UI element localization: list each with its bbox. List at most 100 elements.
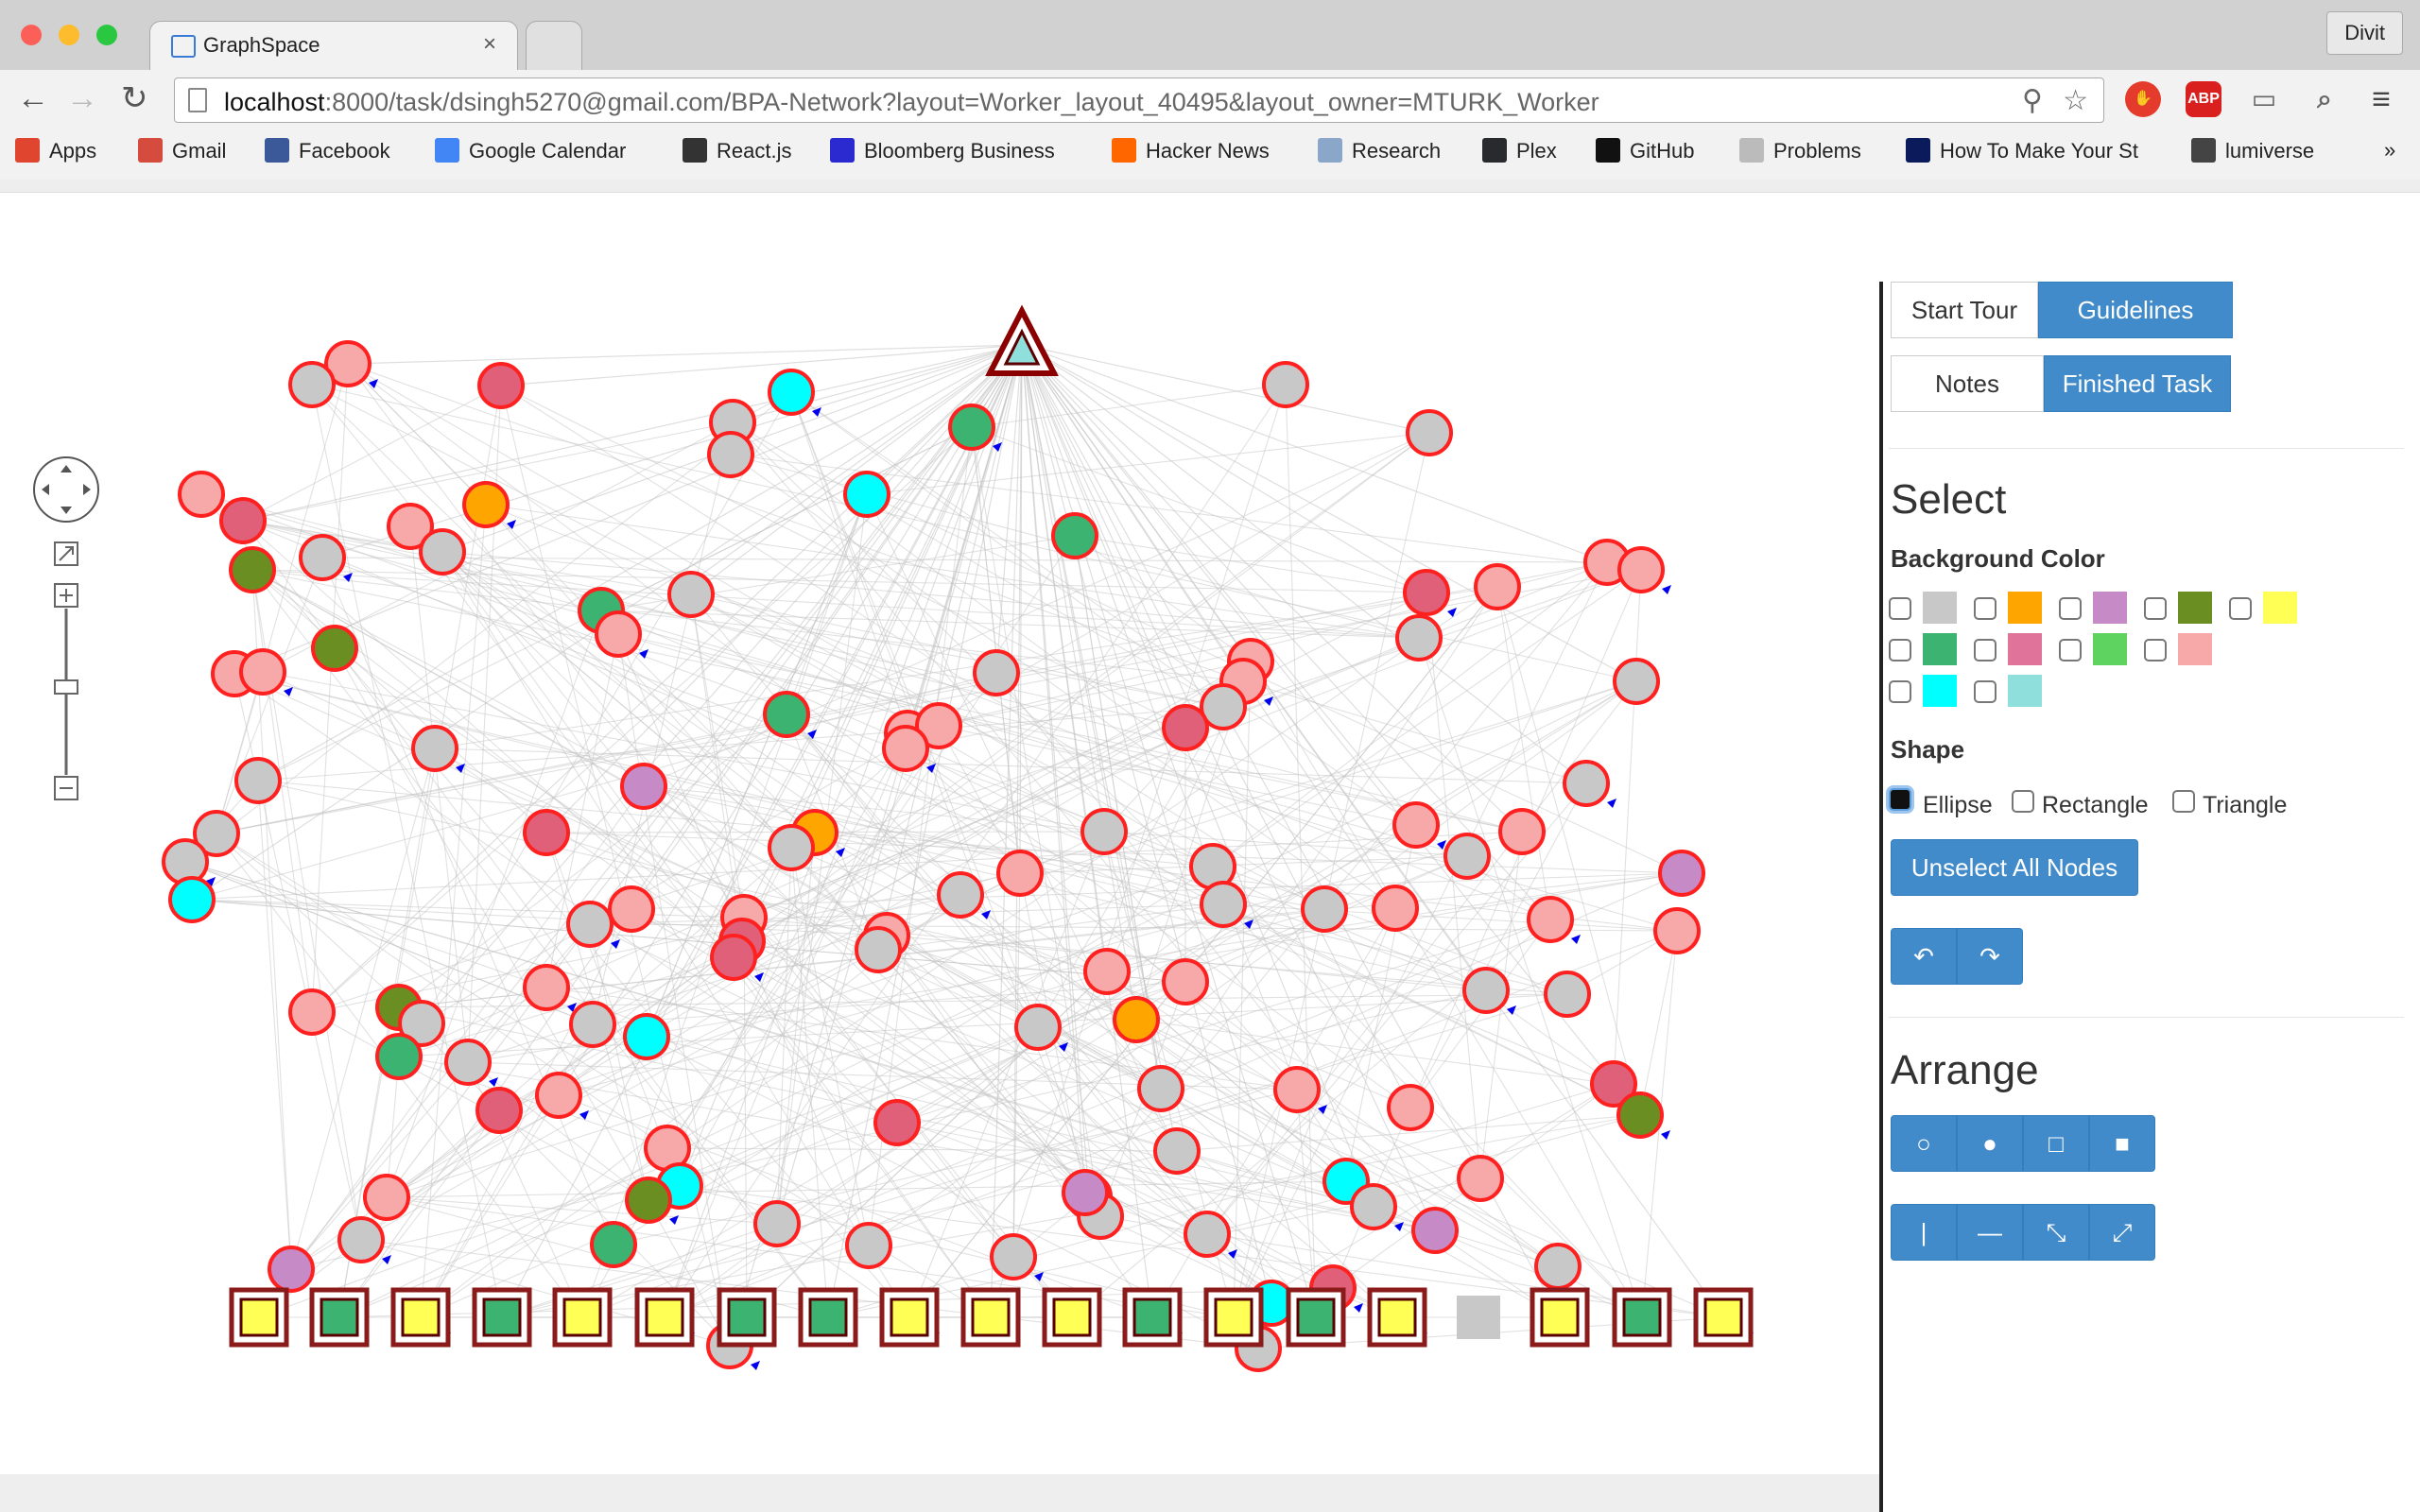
graph-node[interactable] <box>595 610 642 658</box>
graph-node[interactable] <box>1616 1091 1664 1139</box>
graph-node[interactable] <box>311 625 358 672</box>
graph-node[interactable] <box>288 988 336 1036</box>
color-checkbox[interactable] <box>2144 639 2167 662</box>
guidelines-button[interactable]: Guidelines <box>2038 282 2233 338</box>
graph-node[interactable] <box>475 1087 523 1134</box>
graph-node[interactable] <box>477 362 525 409</box>
arrange-horizontal-button[interactable]: — <box>1957 1204 2023 1261</box>
graph-node[interactable] <box>768 369 815 416</box>
bookmark-lumiverse[interactable]: lumiverse <box>2191 138 2314 163</box>
graph-node[interactable] <box>707 431 754 478</box>
graph-node[interactable] <box>1273 1066 1321 1113</box>
color-checkbox[interactable] <box>1974 639 1996 662</box>
graph-node[interactable] <box>229 546 276 593</box>
graph-node[interactable] <box>1137 1065 1184 1112</box>
graph-node[interactable] <box>178 471 225 518</box>
graph-node[interactable] <box>620 763 667 810</box>
bookmark-gmail[interactable]: Gmail <box>138 138 226 163</box>
graph-node[interactable] <box>753 1200 801 1247</box>
ublock-icon[interactable]: ✋ <box>2125 81 2161 117</box>
bookmark-bloomberg-business[interactable]: Bloomberg Business <box>830 138 1055 163</box>
back-icon[interactable]: ← <box>17 79 49 117</box>
undo-button[interactable]: ↶ <box>1891 928 1957 985</box>
redo-button[interactable]: ↷ <box>1957 928 2023 985</box>
arrange-expand-button[interactable]: ⤢ <box>2089 1204 2155 1261</box>
square-node-plain[interactable] <box>1457 1296 1500 1339</box>
profile-button[interactable]: Divit <box>2326 11 2403 55</box>
graph-node[interactable] <box>1617 546 1665 593</box>
rectangle-checkbox[interactable] <box>2012 790 2034 813</box>
bookmark-react-js[interactable]: React.js <box>683 138 791 163</box>
graph-node[interactable] <box>419 528 466 576</box>
graph-node[interactable] <box>1080 808 1128 855</box>
graph-node[interactable] <box>288 361 336 408</box>
graph-node[interactable] <box>1498 808 1546 855</box>
graph-node[interactable] <box>873 1099 921 1146</box>
minimize-window-icon[interactable] <box>59 25 79 45</box>
bookmark-apps[interactable]: Apps <box>15 138 96 163</box>
color-checkbox[interactable] <box>2144 597 2167 620</box>
graph-node[interactable] <box>523 964 570 1011</box>
graph-node[interactable] <box>168 876 216 923</box>
graph-node[interactable] <box>1653 907 1701 954</box>
forward-icon[interactable]: → <box>66 79 98 117</box>
graph-node[interactable] <box>1658 850 1705 897</box>
graph-node[interactable] <box>462 481 510 528</box>
zoom-slider-handle[interactable] <box>54 679 78 695</box>
close-window-icon[interactable] <box>21 25 42 45</box>
maximize-window-icon[interactable] <box>96 25 117 45</box>
graph-node[interactable] <box>763 691 810 738</box>
finished-task-button[interactable]: Finished Task <box>2044 355 2231 412</box>
graph-node[interactable] <box>1301 885 1348 933</box>
graph-node[interactable] <box>444 1039 492 1086</box>
graph-node[interactable] <box>1474 563 1521 610</box>
graph-node[interactable] <box>234 757 282 804</box>
ellipse-checkbox[interactable] <box>1889 788 1911 811</box>
graph-node[interactable] <box>1014 1004 1062 1051</box>
reload-icon[interactable]: ↻ <box>121 79 148 117</box>
arrange-compress-button[interactable]: ⤡ <box>2023 1204 2089 1261</box>
graph-node[interactable] <box>1443 833 1491 880</box>
bookmarks-overflow-icon[interactable]: » <box>2384 138 2395 163</box>
graph-node[interactable] <box>855 926 902 973</box>
new-tab-button[interactable] <box>526 21 582 70</box>
graph-node[interactable] <box>1083 948 1131 995</box>
graph-node[interactable] <box>1527 896 1574 943</box>
graph-node[interactable] <box>1184 1211 1231 1258</box>
graph-node[interactable] <box>845 1222 892 1269</box>
bookmark-how-to-make-your-st[interactable]: How To Make Your St <box>1906 138 2138 163</box>
bookmark-star-icon[interactable]: ☆ <box>2063 84 2088 117</box>
inspect-icon[interactable]: ⌕ <box>2307 81 2342 117</box>
graph-node[interactable] <box>1563 760 1610 807</box>
graph-node[interactable] <box>268 1246 315 1293</box>
graph-node[interactable] <box>996 850 1044 897</box>
bookmark-problems[interactable]: Problems <box>1739 138 1861 163</box>
graph-node[interactable] <box>1462 967 1510 1014</box>
arrange-vertical-button[interactable]: | <box>1891 1204 1957 1261</box>
zoom-icon[interactable]: ⚲ <box>2022 84 2043 117</box>
graph-node[interactable] <box>768 824 815 871</box>
bookmark-research[interactable]: Research <box>1318 138 1441 163</box>
graph-node[interactable] <box>363 1174 410 1221</box>
graph-node[interactable] <box>1392 801 1440 849</box>
graph-node[interactable] <box>1162 704 1209 751</box>
network-graph-canvas[interactable] <box>0 193 1879 1474</box>
graph-node[interactable] <box>990 1233 1037 1280</box>
graph-node[interactable] <box>1613 658 1660 705</box>
graph-node[interactable] <box>590 1221 637 1268</box>
graph-node[interactable] <box>1387 1084 1434 1131</box>
graph-node[interactable] <box>1406 409 1453 456</box>
graph-node[interactable] <box>973 649 1020 696</box>
graph-node[interactable] <box>623 1013 670 1060</box>
arrange-square-outline-button[interactable]: □ <box>2023 1115 2089 1172</box>
graph-node[interactable] <box>566 901 614 948</box>
graph-node[interactable] <box>411 725 458 772</box>
arrange-circle-filled-button[interactable]: ● <box>1957 1115 2023 1172</box>
graph-node[interactable] <box>523 809 570 856</box>
bookmark-facebook[interactable]: Facebook <box>265 138 390 163</box>
graph-node[interactable] <box>625 1177 672 1224</box>
arrange-circle-outline-button[interactable]: ○ <box>1891 1115 1957 1172</box>
graph-node[interactable] <box>1350 1183 1397 1230</box>
graph-node[interactable] <box>1457 1155 1504 1202</box>
graph-node[interactable] <box>337 1216 385 1263</box>
